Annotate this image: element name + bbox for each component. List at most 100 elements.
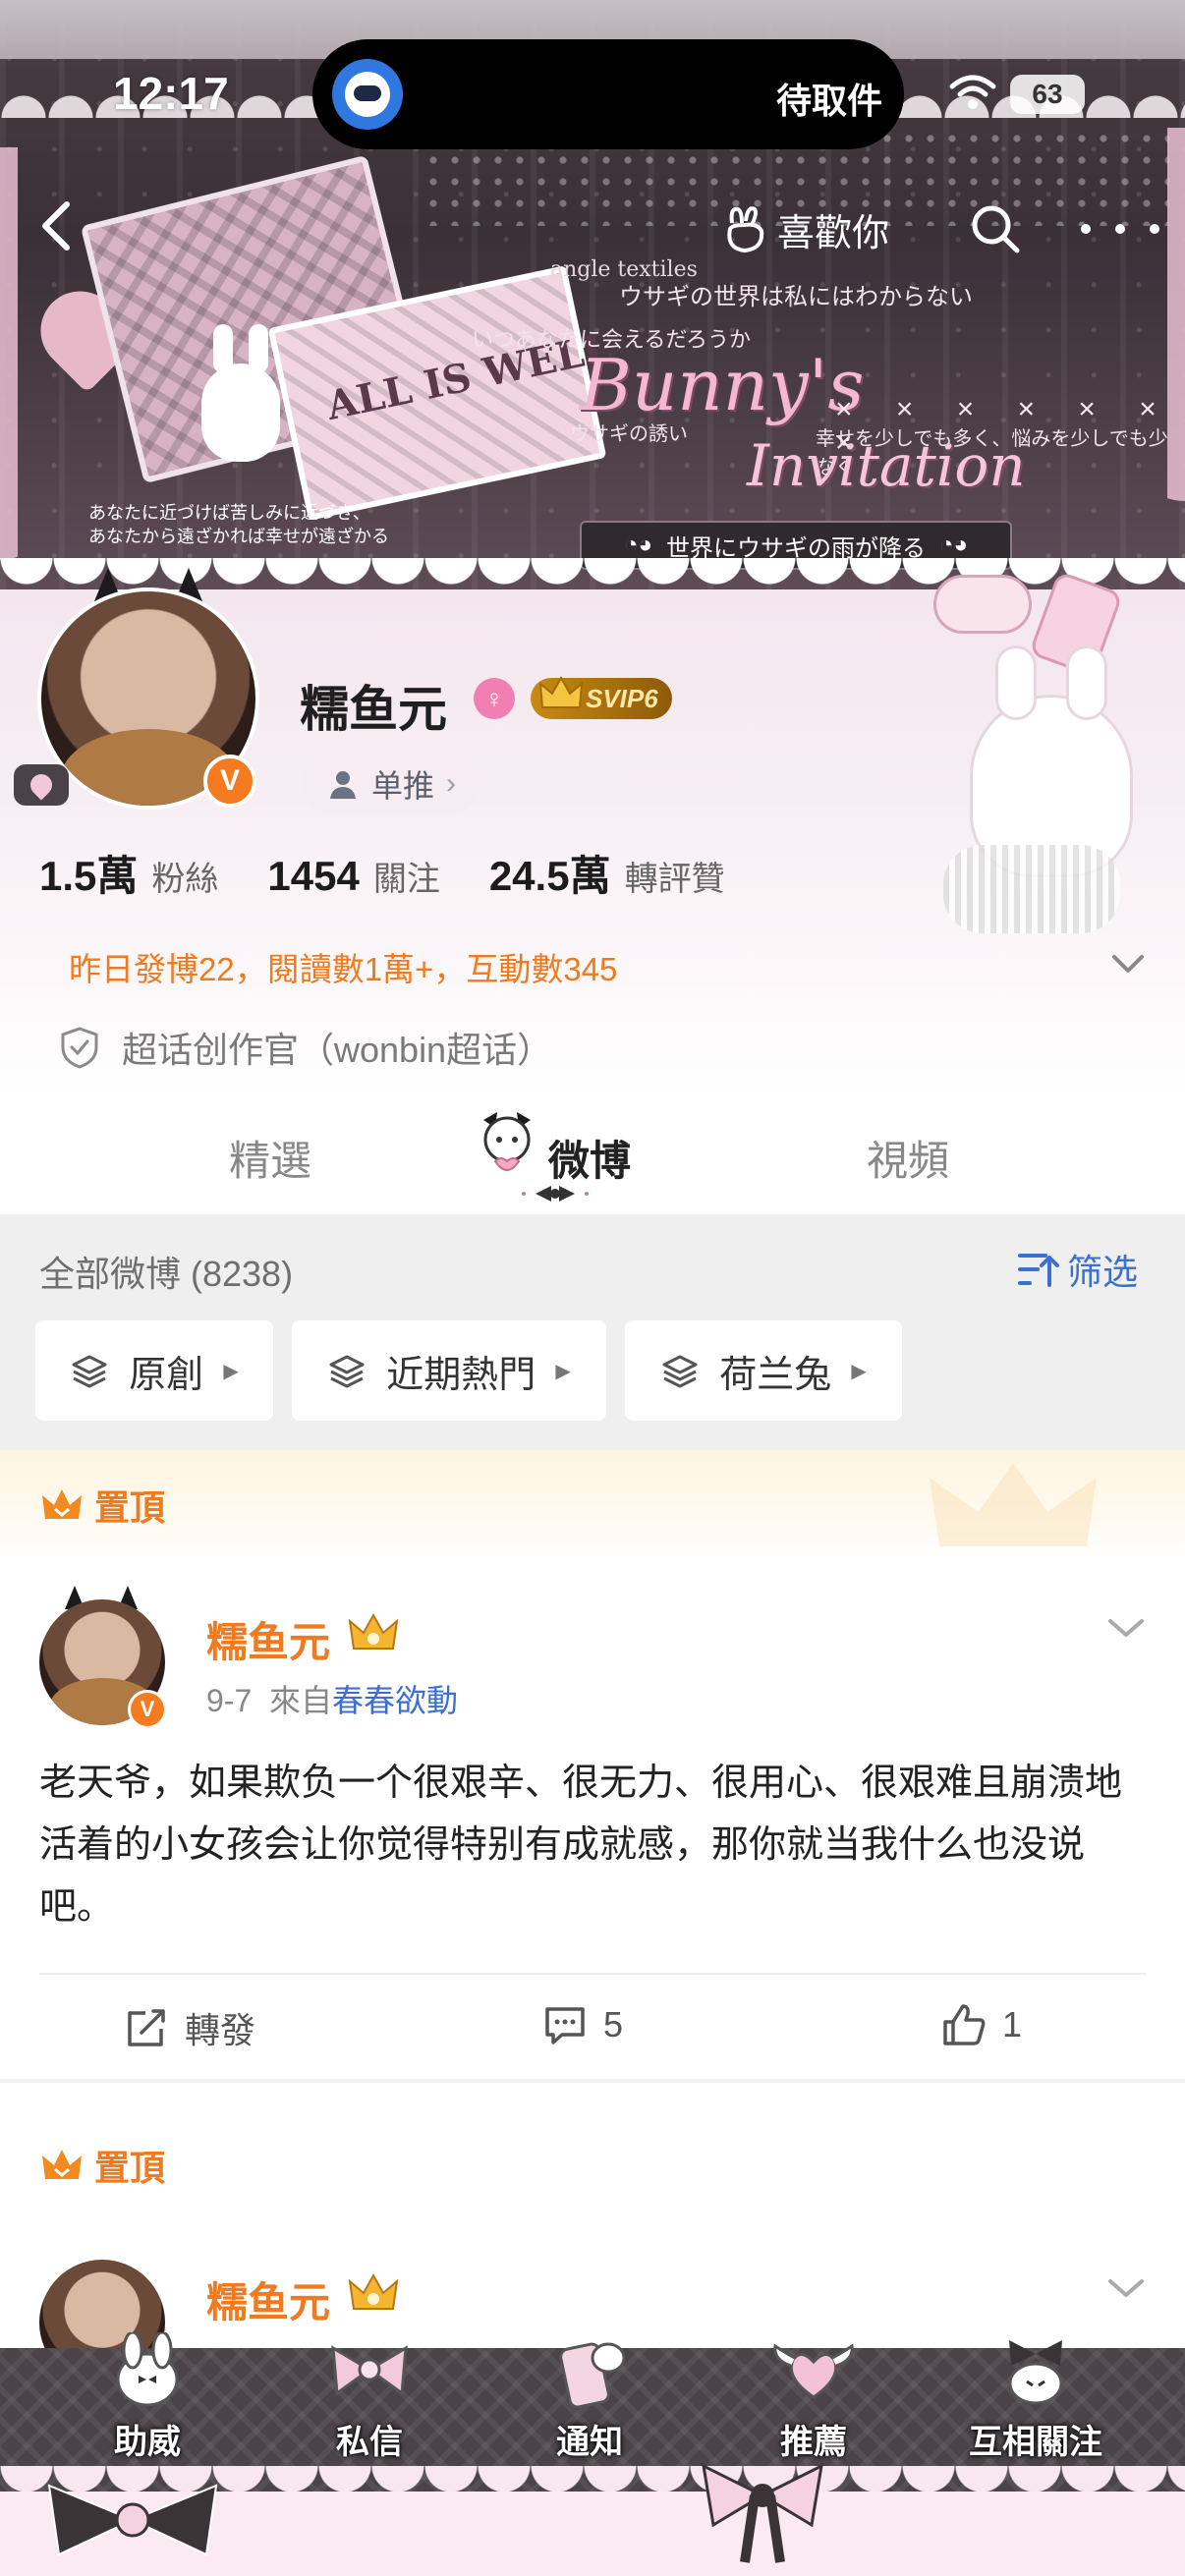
shield-check-icon [61,1027,98,1069]
winged-heart-icon [773,2343,854,2399]
banner-text: ウサギの世界は私にはわからない [619,284,973,310]
dot-icon [1115,224,1125,234]
banner-title: Bunny's [580,344,865,426]
followers-count: 1.5萬 [39,853,139,899]
profile-stats: 1.5萬 粉絲 1454 關注 24.5萬 轉評贊 [39,843,774,903]
bunny-icon: ◔◕ [624,532,652,558]
chip-label: 原創 [129,1354,204,1396]
bunny-icon: ◔◕ [939,532,968,558]
status-bar: 12:17 待取件 63 [0,0,1185,149]
tab-weibo[interactable]: 微博 [548,1128,631,1188]
battery-indicator: 63 [1010,75,1085,114]
heart-badge-icon[interactable] [14,764,69,806]
caret-right-icon: ▶ [223,1360,239,1382]
repost-button[interactable]: 轉發 [124,2002,255,2053]
bunny-hand-icon [727,206,764,252]
engagement-count: 24.5萬 [488,853,611,899]
speech-bubble-decoration [933,575,1032,634]
comment-count: 5 [603,2004,624,2044]
engagement-label: 轉評贊 [624,861,725,898]
like-count: 1 [1002,2004,1023,2044]
layers-icon [72,1355,107,1388]
pinned-text: 置頂 [94,2148,166,2188]
chip-label: 荷兰兔 [719,1354,832,1396]
female-gender-icon: ♀ [474,678,515,719]
engagement-stat[interactable]: 24.5萬 轉評贊 [489,843,725,903]
tab-label: 互相關注 [969,2424,1102,2461]
caret-right-icon: ▶ [851,1360,867,1382]
live-activity-app-icon [332,59,403,130]
bunny-decoration [201,324,280,462]
filter-chip-holland-lop[interactable]: 荷兰兔 ▶ [625,1320,902,1421]
tab-label: 通知 [556,2424,623,2461]
layers-icon [662,1355,698,1388]
tab-notifications[interactable]: 通知 [501,2332,678,2470]
pinned-text: 置頂 [94,1487,166,1528]
status-time: 12:17 [113,68,229,119]
tab-featured[interactable]: 精選 [229,1128,311,1188]
following-stat[interactable]: 1454 關注 [267,852,439,900]
back-icon[interactable] [29,196,88,255]
followers-stat[interactable]: 1.5萬 粉絲 [39,843,218,903]
following-count: 1454 [267,853,360,899]
post-author-name[interactable]: 糯鱼元 [206,1609,330,1669]
comment-icon [545,2007,585,2044]
svip-badge[interactable]: SVIP6 [531,675,672,719]
live-activity-text: 待取件 [776,81,883,121]
filter-sort-icon [1018,1254,1059,1287]
banner-text: ウサギの誘い [570,423,688,445]
more-options-button[interactable] [1081,201,1159,256]
followers-label: 粉絲 [151,861,219,898]
bow-decoration [47,2484,218,2556]
crown-icon [42,2150,82,2179]
bow-decoration [943,845,1120,933]
bunny-icon [116,2332,179,2407]
thumbs-up-icon [943,2004,986,2045]
tab-video[interactable]: 視頻 [867,1128,949,1188]
profile-username: 糯鱼元 [300,682,447,737]
pinned-label: 置頂 [39,1480,165,1531]
like-button[interactable]: 1 [941,2002,1022,2047]
crown-icon [42,1489,82,1519]
repost-icon [128,2009,165,2046]
tab-label: 私信 [336,2424,403,2461]
comment-button[interactable]: 5 [542,2002,623,2047]
post-author-name[interactable]: 糯鱼元 [206,2269,330,2329]
pinned-label: 置頂 [39,2140,165,2191]
filter-label: 筛选 [1067,1252,1139,1292]
post-source[interactable]: 春春欲動 [332,1683,458,1718]
tab-mutual-follow[interactable]: 互相關注 [947,2332,1124,2470]
tab-cheer[interactable]: 助威 [59,2332,236,2470]
tab-messages[interactable]: 私信 [281,2332,458,2470]
repost-label: 轉發 [185,2010,256,2050]
banner-subtitle: Invitation [747,432,1026,499]
tab-label: 推薦 [780,2424,847,2461]
dot-icon [1150,224,1159,234]
filter-button[interactable]: 筛选 [1016,1244,1138,1295]
super-topic-creator-badge[interactable]: 超话创作官（wonbin超话） [59,1022,552,1073]
tab-recommended[interactable]: 推薦 [725,2332,902,2470]
chevron-down-icon[interactable] [1108,949,1148,979]
fan-chip-label: 单推 [371,768,435,804]
following-label: 關注 [372,861,440,898]
like-you-button[interactable]: 喜歡你 [722,201,889,256]
fan-group-chip[interactable]: 单推 › [303,755,480,813]
verified-badge-icon: V [128,1690,167,1729]
chevron-down-icon[interactable] [1104,2273,1148,2303]
post-meta: 9-7 來自春春欲動 [206,1676,458,1721]
tab-label: 助威 [114,2424,181,2461]
bow-bunny-icon [1008,2340,1063,2405]
filter-chip-original[interactable]: 原創 ▶ [35,1320,273,1421]
person-icon [330,771,356,799]
yesterday-activity-summary[interactable]: 昨日發博22，閱讀數1萬+，互動數345 [69,943,617,990]
post-from-label: 來自 [269,1683,333,1718]
bunny-tab-icon [483,1112,531,1171]
post-date: 9-7 [206,1683,253,1718]
filter-chip-trending[interactable]: 近期熱門 ▶ [292,1320,606,1421]
verified-badge-icon: V [203,755,256,808]
crown-icon [538,675,584,708]
search-icon[interactable] [968,201,1023,256]
chevron-down-icon[interactable] [1104,1613,1148,1643]
wifi-icon [949,75,996,109]
phone-bunny-icon [559,2342,626,2409]
